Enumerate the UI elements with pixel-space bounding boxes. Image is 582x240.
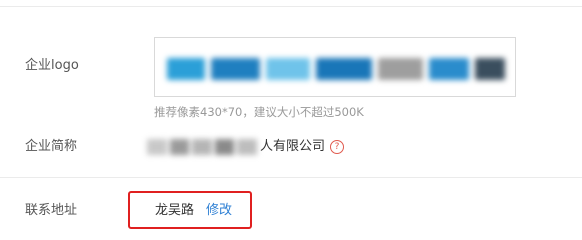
logo-size-hint: 推荐像素430*70，建议大小不超过500K [154, 105, 364, 119]
edit-address-link[interactable]: 修改 [206, 203, 232, 219]
section-divider [0, 177, 582, 178]
address-value: 龙吴路 [155, 203, 195, 218]
address-label: 联系地址 [25, 203, 78, 218]
blurred-company-name [147, 139, 257, 155]
blurred-logo-image [167, 58, 505, 80]
company-name-text: 人有限公司 [260, 139, 326, 154]
section-divider [0, 6, 582, 7]
logo-preview[interactable] [154, 37, 516, 97]
short-name-value: 人有限公司 ? [147, 137, 345, 157]
question-circle-icon[interactable]: ? [330, 140, 345, 154]
short-name-label: 企业简称 [25, 139, 78, 154]
logo-label: 企业logo [25, 58, 79, 73]
company-settings-panel: 企业logo 推荐像素430*70，建议大小不超过500K 企业简称 人有限公司… [0, 0, 582, 235]
